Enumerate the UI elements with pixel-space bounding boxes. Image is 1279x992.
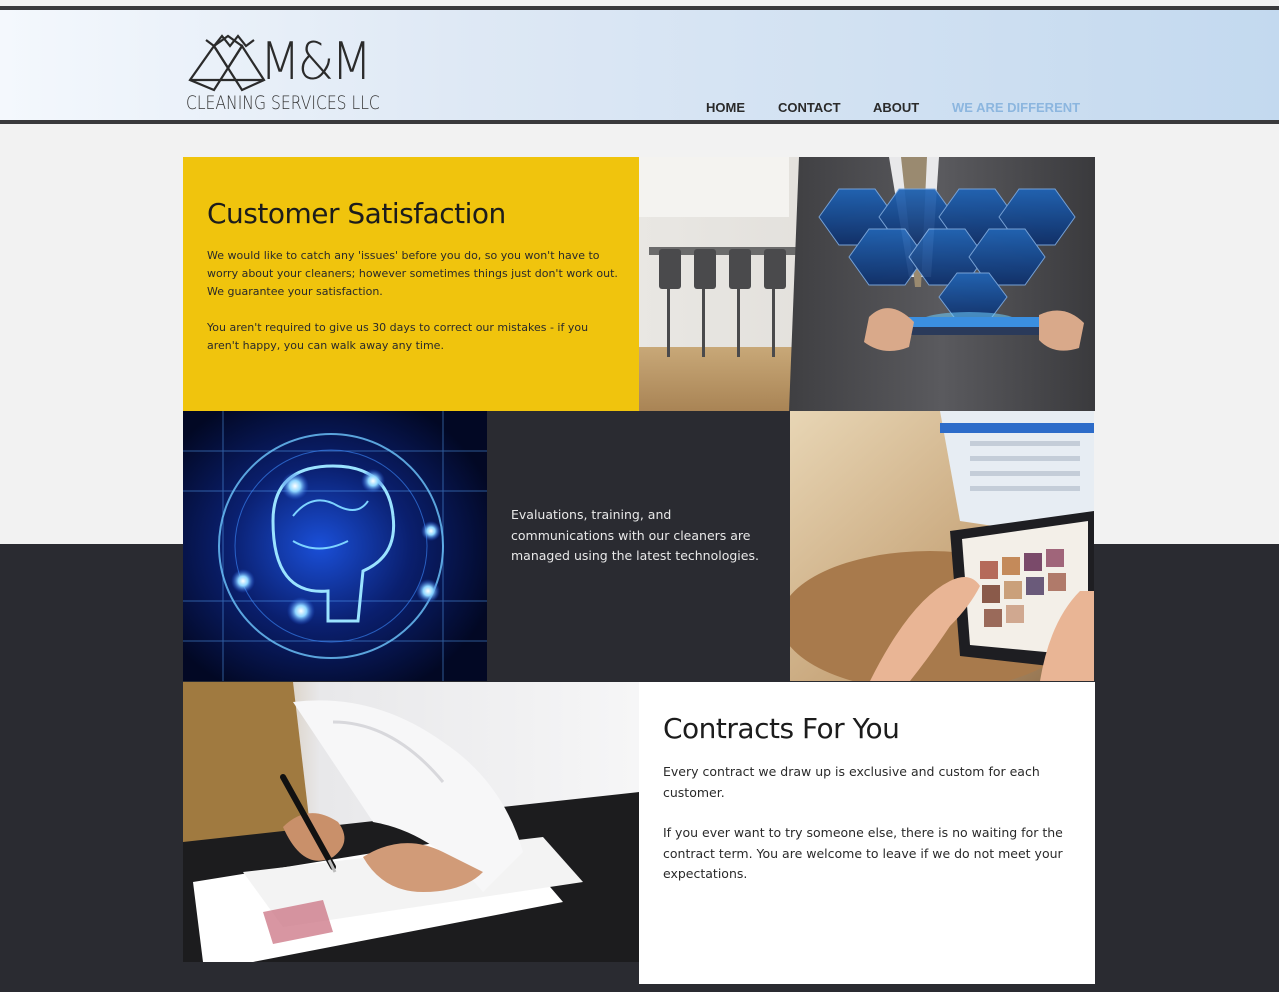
nav-contact[interactable]: CONTACT	[778, 100, 841, 115]
contracts-para-1: Every contract we draw up is exclusive a…	[663, 764, 1040, 800]
customer-satisfaction-title: Customer Satisfaction	[207, 197, 506, 230]
technology-card: Evaluations, training, and communication…	[487, 411, 790, 681]
header-border	[0, 120, 1279, 124]
contracts-text: Every contract we draw up is exclusive a…	[663, 762, 1063, 885]
logo-tagline: CLEANING SERVICES LLC	[186, 92, 380, 114]
nav-we-are-different[interactable]: WE ARE DIFFERENT	[952, 100, 1080, 115]
customer-satisfaction-text: We would like to catch any 'issues' befo…	[207, 247, 619, 355]
site-header: M&M CLEANING SERVICES LLC HOME CONTACT A…	[0, 10, 1279, 120]
digital-brain-image	[183, 411, 487, 681]
tablet-laptop-image	[790, 411, 1094, 681]
customer-satisfaction-card: Customer Satisfaction We would like to c…	[183, 157, 639, 411]
contracts-title: Contracts For You	[663, 712, 900, 745]
contracts-para-2: If you ever want to try someone else, th…	[663, 825, 1063, 881]
logo-mark-icon	[188, 34, 266, 92]
satisfaction-line-2: We guarantee your satisfaction.	[207, 285, 383, 298]
nav-home[interactable]: HOME	[706, 100, 745, 115]
contracts-card: Contracts For You Every contract we draw…	[639, 682, 1095, 984]
technology-text: Evaluations, training, and communication…	[511, 507, 759, 563]
company-logo[interactable]: M&M CLEANING SERVICES LLC	[186, 32, 401, 120]
nav-about[interactable]: ABOUT	[873, 100, 919, 115]
logo-name: M&M	[260, 32, 372, 92]
contract-signing-image	[183, 682, 639, 962]
satisfaction-line-1: We would like to catch any 'issues' befo…	[207, 249, 618, 280]
satisfaction-line-3: You aren't required to give us 30 days t…	[207, 321, 589, 352]
businessman-tablet-image	[639, 157, 1095, 411]
